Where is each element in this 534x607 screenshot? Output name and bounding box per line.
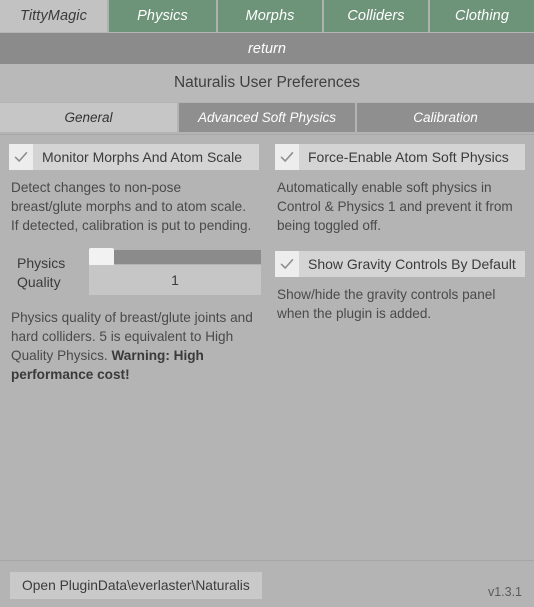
sub-tab-calibration[interactable]: Calibration <box>357 103 534 132</box>
tab-clothing[interactable]: Clothing <box>428 0 534 32</box>
force-enable-soft-physics-checkbox-row[interactable]: Force-Enable Atom Soft Physics <box>275 144 525 170</box>
tab-label: Morphs <box>245 8 295 24</box>
physics-quality-label: Physics Quality <box>17 255 66 290</box>
sub-tab-bar: General Advanced Soft Physics Calibratio… <box>0 103 534 134</box>
physics-quality-description: Physics quality of breast/glute joints a… <box>11 308 259 384</box>
tab-physics[interactable]: Physics <box>107 0 216 32</box>
version-label: v1.3.1 <box>487 585 522 599</box>
return-button[interactable]: return <box>0 33 534 64</box>
sub-tab-label: Advanced Soft Physics <box>197 110 337 125</box>
open-folder-label: Open PluginData\everlaster\Naturalis <box>22 578 250 593</box>
sub-tab-general[interactable]: General <box>0 103 177 132</box>
physics-quality-slider[interactable] <box>89 248 261 266</box>
page-title-text: Naturalis User Preferences <box>173 74 361 91</box>
show-gravity-controls-label: Show Gravity Controls By Default <box>308 256 516 272</box>
tab-colliders[interactable]: Colliders <box>322 0 428 32</box>
monitor-morphs-checkbox-row[interactable]: Monitor Morphs And Atom Scale <box>9 144 259 170</box>
check-icon[interactable] <box>275 251 299 277</box>
tab-label: Physics <box>137 8 188 24</box>
force-enable-soft-physics-label: Force-Enable Atom Soft Physics <box>308 149 509 165</box>
check-icon[interactable] <box>275 144 299 170</box>
open-plugin-data-folder-button[interactable]: Open PluginData\everlaster\Naturalis <box>10 572 262 599</box>
monitor-morphs-description: Detect changes to non-pose breast/glute … <box>11 180 252 233</box>
show-gravity-controls-description: Show/hide the gravity controls panel whe… <box>277 287 496 321</box>
return-label: return <box>248 40 286 57</box>
physics-quality-value[interactable]: 1 <box>89 265 261 295</box>
right-column: Force-Enable Atom Soft Physics Automatic… <box>267 135 534 327</box>
tab-label: Colliders <box>347 8 405 24</box>
show-gravity-controls-checkbox-row[interactable]: Show Gravity Controls By Default <box>275 251 525 277</box>
sub-tab-advanced-soft-physics[interactable]: Advanced Soft Physics <box>179 103 355 132</box>
check-icon[interactable] <box>9 144 33 170</box>
slider-handle[interactable] <box>89 248 114 266</box>
physics-quality-slider-group: Physics Quality 1 <box>9 248 261 302</box>
tab-morphs[interactable]: Morphs <box>216 0 322 32</box>
tab-tittymagic[interactable]: TittyMagic <box>0 0 107 32</box>
left-column: Monitor Morphs And Atom Scale Detect cha… <box>0 135 267 388</box>
plugin-tab-bar: TittyMagic Physics Morphs Colliders Clot… <box>0 0 534 32</box>
tab-label: Clothing <box>455 8 509 24</box>
tab-label: TittyMagic <box>20 8 87 24</box>
monitor-morphs-label: Monitor Morphs And Atom Scale <box>42 149 242 165</box>
force-enable-soft-physics-description: Automatically enable soft physics in Con… <box>277 180 513 233</box>
main-content: Monitor Morphs And Atom Scale Detect cha… <box>0 135 534 560</box>
page-title: Naturalis User Preferences <box>0 64 534 102</box>
footer: Open PluginData\everlaster\Naturalis v1.… <box>0 561 534 607</box>
sub-tab-label: General <box>64 110 113 125</box>
sub-tab-label: Calibration <box>413 110 478 125</box>
